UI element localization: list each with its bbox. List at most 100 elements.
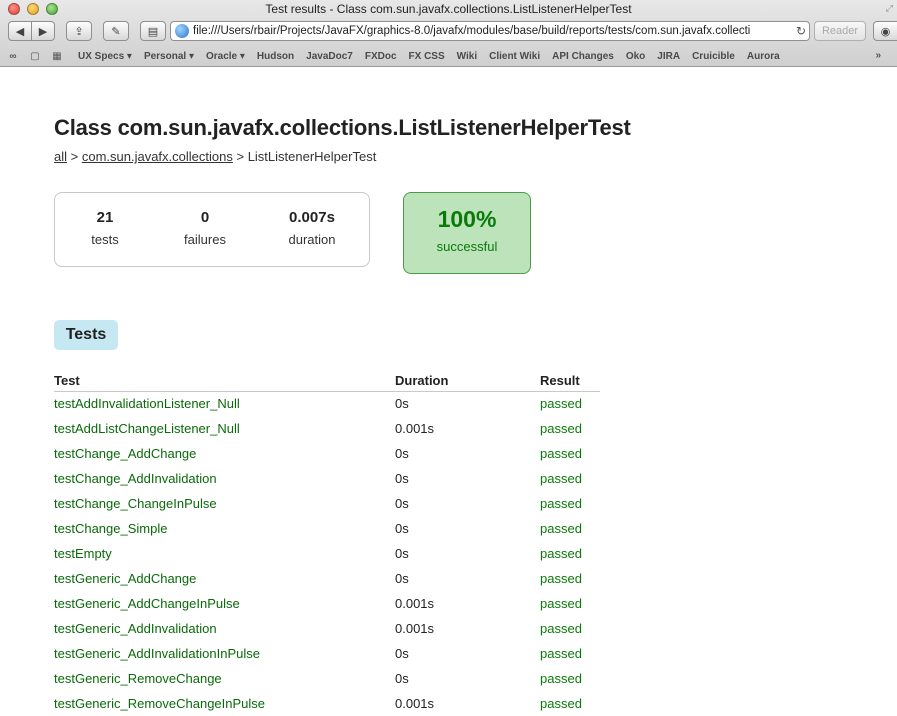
forward-arrow-icon: ▶: [38, 25, 48, 38]
table-row: testChange_AddInvalidation 0s passed: [54, 466, 600, 491]
reload-icon[interactable]: ↻: [793, 24, 809, 38]
breadcrumb: all > com.sun.javafx.collections > ListL…: [54, 149, 376, 164]
test-duration: 0s: [395, 521, 409, 536]
summary-box: 21 tests 0 failures 0.007s duration: [54, 192, 370, 267]
bookmark-item[interactable]: JavaDoc7: [306, 51, 353, 62]
test-name: testGeneric_AddChangeInPulse: [54, 596, 240, 611]
test-result: passed: [540, 621, 582, 636]
bookmarks-bar: ∞ ▢ ▦ UX Specs ▾ Personal ▾ Oracle ▾ Hud…: [0, 47, 897, 66]
test-duration: 0.001s: [395, 596, 435, 611]
breadcrumb-package-link[interactable]: com.sun.javafx.collections: [82, 149, 233, 164]
test-name: testGeneric_AddInvalidationInPulse: [54, 646, 260, 661]
reading-list-icon: ▤: [147, 25, 159, 38]
bookmark-item[interactable]: API Changes: [552, 51, 614, 62]
forward-button[interactable]: ▶: [31, 21, 55, 41]
test-name: testGeneric_RemoveChangeInPulse: [54, 696, 266, 711]
test-result: passed: [540, 421, 582, 436]
bookmarks-overflow-icon[interactable]: »: [875, 50, 881, 61]
tests-counter: 21 tests: [65, 209, 145, 247]
breadcrumb-separator: >: [67, 149, 82, 164]
browser-chrome: Test results - Class com.sun.javafx.coll…: [0, 0, 897, 67]
test-name: testGeneric_AddInvalidation: [54, 621, 217, 636]
settings-button[interactable]: ✎: [103, 21, 129, 41]
book-icon[interactable]: ▢: [26, 51, 44, 62]
table-row: testGeneric_AddInvalidation 0.001s passe…: [54, 616, 600, 641]
bookmark-item[interactable]: FX CSS: [409, 51, 445, 62]
toolbar: ◀ ▶ ⇪ ✎ ▤ file:///Users/rbair/Projects/J…: [0, 20, 897, 44]
test-name: testChange_AddChange: [54, 446, 197, 461]
bookmark-item[interactable]: Hudson: [257, 51, 294, 62]
bookmark-item[interactable]: JIRA: [657, 51, 680, 62]
test-duration: 0.001s: [395, 621, 435, 636]
table-row: testGeneric_AddChangeInPulse 0.001s pass…: [54, 591, 600, 616]
back-button[interactable]: ◀: [8, 21, 32, 41]
glasses-icon[interactable]: ∞: [4, 51, 22, 62]
column-header-duration: Duration: [395, 373, 540, 392]
grid-icon[interactable]: ▦: [48, 51, 66, 62]
failures-count: 0: [200, 209, 210, 226]
duration-value: 0.007s: [289, 209, 335, 226]
breadcrumb-separator: >: [232, 149, 248, 164]
test-duration: 0.001s: [395, 696, 435, 711]
failures-counter: 0 failures: [165, 209, 245, 247]
bookmark-item[interactable]: Oracle ▾: [206, 51, 245, 62]
page-content: Class com.sun.javafx.collections.ListLis…: [0, 67, 897, 711]
bookmark-item[interactable]: Aurora: [747, 51, 780, 62]
share-button[interactable]: ⇪: [66, 21, 92, 41]
test-name: testChange_Simple: [54, 521, 168, 536]
success-label: successful: [436, 239, 498, 254]
back-arrow-icon: ◀: [15, 25, 25, 38]
test-result: passed: [540, 671, 582, 686]
test-duration: 0s: [395, 646, 409, 661]
breadcrumb-current: ListListenerHelperTest: [247, 149, 377, 164]
success-percent: 100%: [437, 206, 497, 232]
address-bar[interactable]: file:///Users/rbair/Projects/JavaFX/grap…: [170, 21, 810, 41]
title-bar: Test results - Class com.sun.javafx.coll…: [0, 0, 897, 18]
bookmark-item[interactable]: UX Specs ▾: [78, 51, 132, 62]
column-header-result: Result: [540, 373, 600, 392]
test-name: testAddListChangeListener_Null: [54, 421, 240, 436]
test-duration: 0s: [395, 396, 409, 412]
test-result: passed: [540, 496, 582, 511]
reader-button[interactable]: Reader: [814, 21, 866, 41]
table-header-row: Test Duration Result: [54, 373, 600, 392]
bookmark-item[interactable]: Wiki: [457, 51, 477, 62]
share-icon: ⇪: [74, 25, 84, 38]
duration-counter: 0.007s duration: [272, 209, 352, 247]
test-result: passed: [540, 396, 582, 412]
table-row: testGeneric_AddInvalidationInPulse 0s pa…: [54, 641, 600, 666]
extension-button[interactable]: ◉: [873, 21, 897, 41]
test-duration: 0s: [395, 446, 409, 461]
bookmark-item[interactable]: Oko: [626, 51, 645, 62]
results-table: Test Duration Result testAddInvalidation…: [54, 373, 600, 716]
test-result: passed: [540, 696, 582, 711]
success-rate-box: 100% successful: [403, 192, 531, 274]
bookmark-item[interactable]: FXDoc: [365, 51, 397, 62]
table-row: testChange_AddChange 0s passed: [54, 441, 600, 466]
test-result: passed: [540, 471, 582, 486]
tests-count: 21: [96, 209, 114, 226]
test-duration: 0s: [395, 546, 409, 561]
tests-label: tests: [91, 232, 119, 247]
test-name: testAddInvalidationListener_Null: [54, 396, 240, 412]
reading-list-button[interactable]: ▤: [140, 21, 166, 41]
test-name: testGeneric_AddChange: [54, 571, 197, 586]
duration-label: duration: [288, 232, 336, 247]
test-name: testChange_AddInvalidation: [54, 471, 217, 486]
bookmark-item[interactable]: Cruicible: [692, 51, 735, 62]
page-title: Class com.sun.javafx.collections.ListLis…: [54, 115, 631, 140]
table-row: testAddListChangeListener_Null 0.001s pa…: [54, 416, 600, 441]
test-result: passed: [540, 571, 582, 586]
test-result: passed: [540, 546, 582, 561]
wrench-icon: ✎: [111, 25, 121, 38]
test-name: testGeneric_RemoveChange: [54, 671, 222, 686]
table-row: testGeneric_RemoveChangeInPulse 0.001s p…: [54, 691, 600, 716]
bookmark-item[interactable]: Personal ▾: [144, 51, 194, 62]
test-duration: 0s: [395, 571, 409, 586]
bookmark-item[interactable]: Client Wiki: [489, 51, 540, 62]
tab-tests[interactable]: Tests: [54, 320, 118, 350]
extension-icon: ◉: [880, 25, 891, 38]
breadcrumb-all-link[interactable]: all: [54, 149, 67, 164]
column-header-test: Test: [54, 373, 395, 392]
fullscreen-icon[interactable]: ⤢: [886, 3, 893, 14]
